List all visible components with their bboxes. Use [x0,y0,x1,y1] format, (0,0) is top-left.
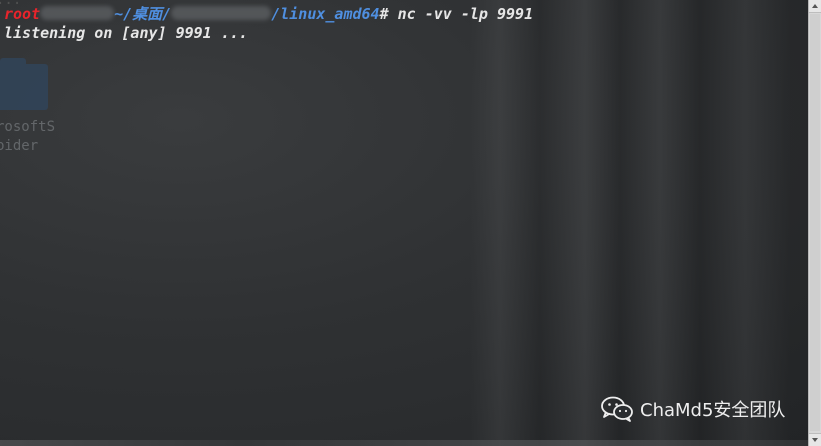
wechat-icon [601,396,633,422]
redacted-hostname [40,6,115,20]
prompt-symbol: # [379,5,389,23]
vertical-scrollbar[interactable] [808,0,821,446]
arrow-up-icon [812,4,818,8]
scroll-up-button[interactable] [809,0,821,13]
output-line: listening on [any] 9991 ... [4,24,248,42]
prompt-user: root [4,5,41,23]
arrow-down-icon [812,438,818,442]
prompt-line: root ~/桌面/ /linux_amd64# nc -vv -lp 9991 [4,5,533,24]
terminal-window[interactable]: root ~/桌面/ /linux_amd64# nc -vv -lp 9991 l… [0,0,808,446]
watermark: ChaMd5安全团队 [600,396,785,422]
prompt-path-end: /linux_amd64 [271,5,380,23]
watermark-text: ChaMd5安全团队 [640,400,786,421]
prompt-path-mid: ~/桌面/ [114,5,172,23]
scroll-track[interactable] [810,14,820,431]
desktop-screen: ... rosoftS bider root~/桌面//linux_amd64#… [0,0,821,446]
taskbar-edge [0,440,808,446]
command-text: nc -vv -lp 9991 [397,5,534,23]
redacted-path [171,6,272,20]
scroll-down-button[interactable] [809,433,821,446]
